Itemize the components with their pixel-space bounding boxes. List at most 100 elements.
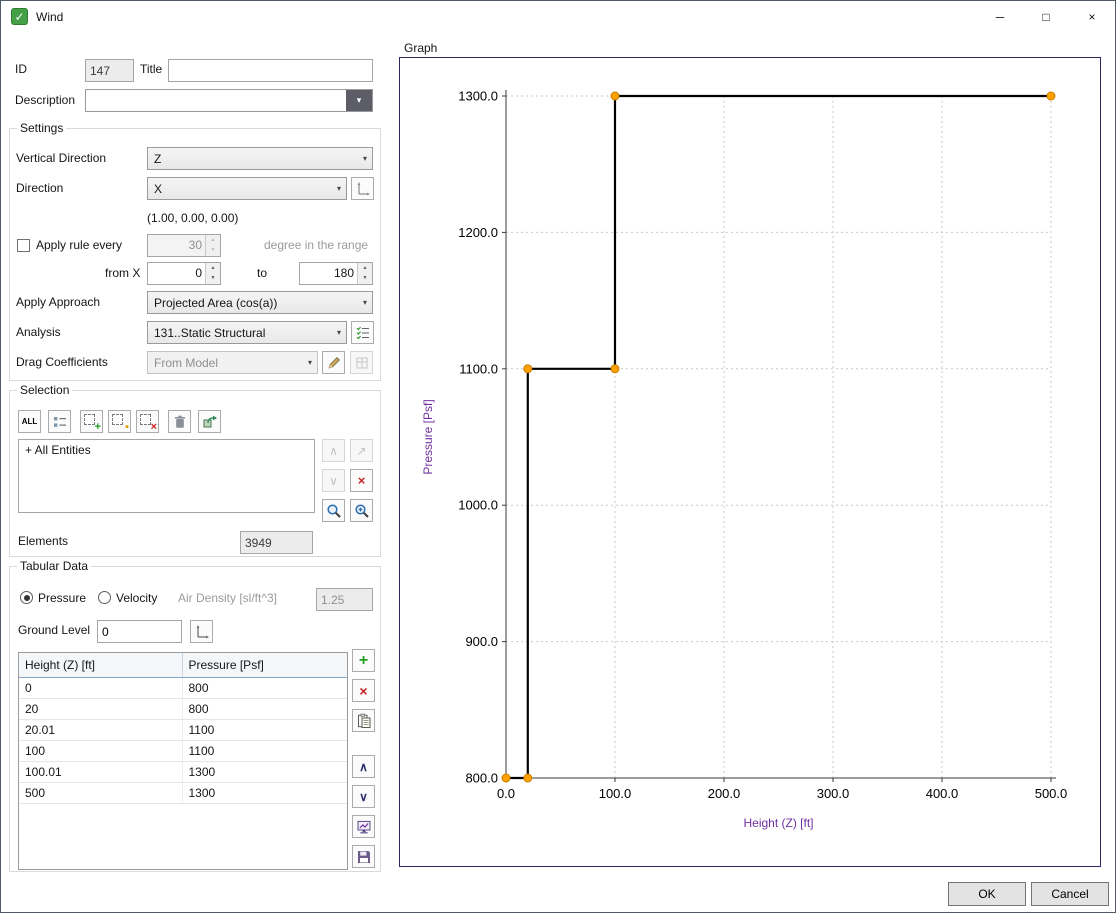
svg-text:500.0: 500.0 [1035, 786, 1068, 801]
to-spinner[interactable]: 180 ▲▼ [299, 262, 373, 285]
velocity-radio[interactable] [98, 591, 111, 604]
analysis-select[interactable]: 131..Static Structural ▾ [147, 321, 347, 344]
from-value: 0 [148, 263, 205, 284]
ok-button[interactable]: OK [948, 882, 1026, 906]
save-table-button[interactable] [352, 845, 375, 868]
move-row-down-button[interactable]: ∨ [352, 785, 375, 808]
titlebar[interactable]: ✓ Wind ─ □ × [1, 1, 1115, 32]
table-row[interactable]: 100.011300 [19, 761, 347, 782]
magnifier-icon [326, 503, 342, 519]
id-label: ID [15, 58, 27, 81]
chevron-down-icon: ▾ [306, 358, 314, 367]
column-header-pressure[interactable]: Pressure [Psf] [182, 653, 347, 677]
add-selection-button[interactable]: + [80, 410, 103, 433]
table-row[interactable]: 0800 [19, 677, 347, 698]
table-row[interactable]: 20800 [19, 698, 347, 719]
maximize-button[interactable]: □ [1023, 1, 1069, 32]
zoom-fit-button[interactable] [350, 499, 373, 522]
partial-selection-button[interactable]: ▪ [108, 410, 131, 433]
minimize-button[interactable]: ─ [977, 1, 1023, 32]
tree-list-icon [52, 414, 68, 430]
spinner-down-button: ▼ [206, 246, 220, 257]
remove-entity-button[interactable]: × [350, 469, 373, 492]
table-cell[interactable]: 20 [19, 698, 182, 719]
spinner-down-button[interactable]: ▼ [206, 274, 220, 285]
zoom-selection-button[interactable] [322, 499, 345, 522]
table-cell[interactable]: 1100 [182, 740, 347, 761]
drag-coefficients-label: Drag Coefficients [16, 351, 108, 374]
partial-icon: ▪ [125, 422, 129, 433]
chevron-down-icon: ∨ [359, 790, 368, 804]
svg-text:800.0: 800.0 [465, 771, 498, 786]
table-cell[interactable]: 800 [182, 677, 347, 698]
pressure-radio-label[interactable]: Pressure [38, 587, 86, 610]
elements-label: Elements [18, 530, 68, 553]
vertical-direction-select[interactable]: Z ▾ [147, 147, 373, 170]
delete-selection-button[interactable] [168, 410, 191, 433]
direction-select[interactable]: X ▾ [147, 177, 347, 200]
edit-drag-coefficients-button[interactable] [322, 351, 345, 374]
ground-level-field[interactable] [97, 620, 182, 643]
chevron-down-icon: ▾ [361, 298, 369, 307]
entities-listbox[interactable]: + All Entities [18, 439, 315, 513]
add-row-button[interactable]: + [352, 649, 375, 672]
apply-rule-checkbox[interactable] [17, 239, 30, 252]
chart-monitor-icon [356, 819, 372, 835]
maximize-icon: □ [1042, 10, 1049, 24]
pressure-table[interactable]: Height (Z) [ft] Pressure [Psf] 080020800… [18, 652, 348, 870]
table-row[interactable]: 20.011100 [19, 719, 347, 740]
description-dropdown-button[interactable]: ▾ [346, 90, 372, 111]
ground-level-pick-button[interactable] [190, 620, 213, 643]
show-chart-button[interactable] [352, 815, 375, 838]
vertical-direction-value: Z [154, 152, 361, 166]
svg-text:Height (Z) [ft]: Height (Z) [ft] [743, 816, 813, 830]
move-entity-down-button: ∨ [322, 469, 345, 492]
column-header-height[interactable]: Height (Z) [ft] [19, 653, 182, 677]
selection-group: Selection ALL + ▪ × + All Entities ∧ [9, 390, 381, 557]
table-cell[interactable]: 1100 [182, 719, 347, 740]
direction-pick-button[interactable] [351, 177, 374, 200]
paste-rows-button[interactable] [352, 709, 375, 732]
description-combobox[interactable]: ▾ [85, 89, 373, 112]
remove-selection-button[interactable]: × [136, 410, 159, 433]
move-row-up-button[interactable]: ∧ [352, 755, 375, 778]
direction-label: Direction [16, 177, 63, 200]
title-field[interactable] [168, 59, 373, 82]
clipboard-icon [356, 713, 372, 729]
dashed-select-icon [112, 414, 123, 425]
pressure-radio[interactable] [20, 591, 33, 604]
graph-legend: Graph [402, 41, 439, 55]
table-cell[interactable]: 500 [19, 782, 182, 803]
table-cell[interactable]: 0 [19, 677, 182, 698]
description-input[interactable] [86, 90, 346, 111]
export-selection-button[interactable] [198, 410, 221, 433]
selection-list-button[interactable] [48, 410, 71, 433]
graph-group: Graph 800.0900.01000.01100.01200.01300.0… [399, 57, 1101, 867]
table-cell[interactable]: 100.01 [19, 761, 182, 782]
cancel-button[interactable]: Cancel [1031, 882, 1109, 906]
spinner-up-button[interactable]: ▲ [358, 263, 372, 274]
table-cell[interactable]: 1300 [182, 761, 347, 782]
table-row[interactable]: 1001100 [19, 740, 347, 761]
from-spinner[interactable]: 0 ▲▼ [147, 262, 221, 285]
table-cell[interactable]: 1300 [182, 782, 347, 803]
close-button[interactable]: × [1069, 1, 1115, 32]
analysis-list-button[interactable] [351, 321, 374, 344]
table-row[interactable]: 5001300 [19, 782, 347, 803]
delete-row-button[interactable]: × [352, 679, 375, 702]
select-all-button[interactable]: ALL [18, 410, 41, 433]
svg-text:0.0: 0.0 [497, 786, 515, 801]
axis-icon [355, 181, 371, 197]
chevron-down-icon: ▾ [335, 184, 343, 193]
table-cell[interactable]: 800 [182, 698, 347, 719]
apply-approach-select[interactable]: Projected Area (cos(a)) ▾ [147, 291, 373, 314]
table-cell[interactable]: 100 [19, 740, 182, 761]
wind-dialog-window: ✓ Wind ─ □ × ID Title Description ▾ Sett… [0, 0, 1116, 913]
spinner-up-button[interactable]: ▲ [206, 263, 220, 274]
list-item-all-entities[interactable]: + All Entities [25, 443, 91, 457]
velocity-radio-label[interactable]: Velocity [116, 587, 157, 610]
plus-icon: + [95, 422, 101, 433]
spinner-down-button[interactable]: ▼ [358, 274, 372, 285]
move-entity-up-button: ∧ [322, 439, 345, 462]
table-cell[interactable]: 20.01 [19, 719, 182, 740]
